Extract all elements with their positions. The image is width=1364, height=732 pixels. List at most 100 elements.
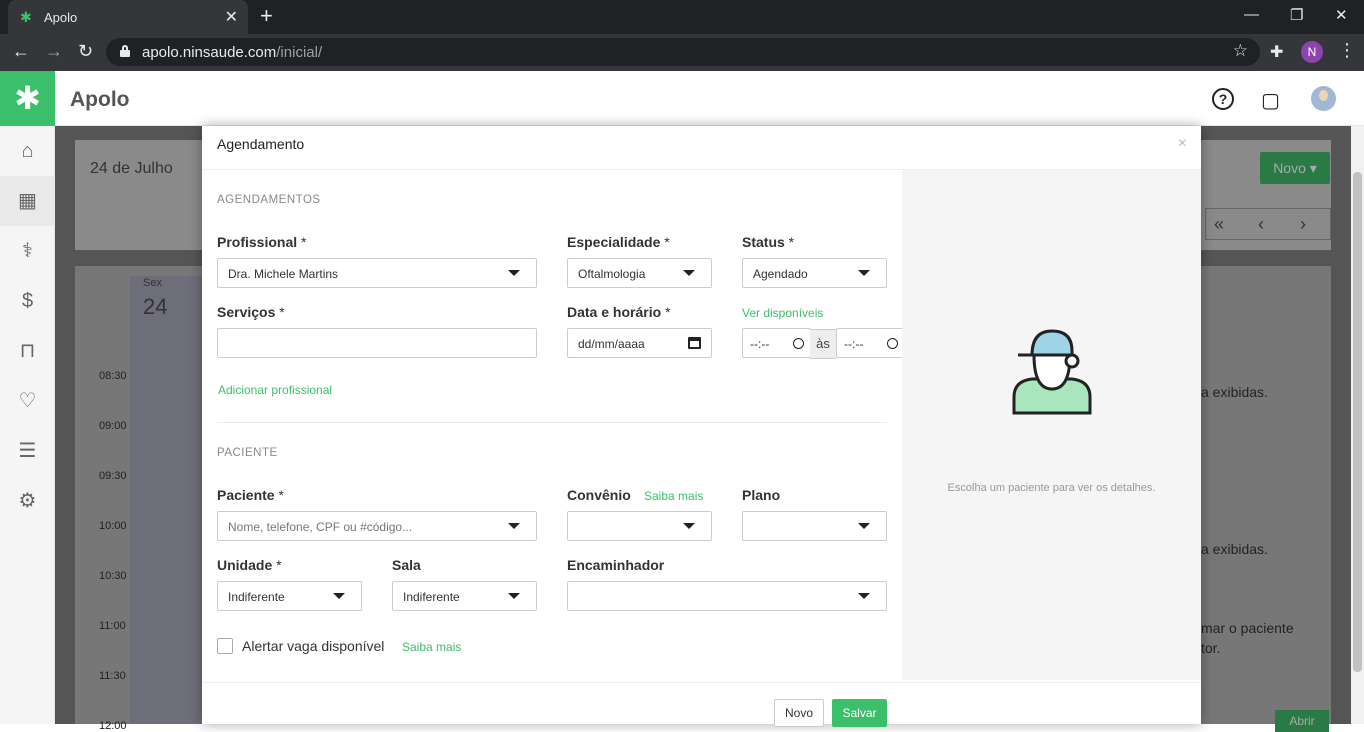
choose-patient-hint: Escolha um paciente para ver os detalhes… <box>947 482 1156 494</box>
calendar-icon[interactable] <box>688 337 701 349</box>
new-appointment-button[interactable]: Novo ▾ <box>1260 152 1330 184</box>
time-slot: 09:30 <box>99 470 127 482</box>
address-bar[interactable]: apolo.ninsaude.com/inicial/ ☆ <box>106 38 1260 66</box>
insurance-learn-more-link[interactable]: Saiba mais <box>644 489 703 503</box>
scrollbar-thumb[interactable] <box>1353 172 1362 672</box>
browser-tab-strip: ✱ Apolo ✕ + — ❐ ✕ <box>0 0 1364 34</box>
patient-details-pane: Escolha um paciente para ver os detalhes… <box>902 170 1201 680</box>
patient-placeholder-icon <box>1012 329 1092 415</box>
status-value: Agendado <box>753 267 808 281</box>
browser-toolbar: ← → ↻ apolo.ninsaude.com/inicial/ ☆ ✚ N … <box>0 34 1364 71</box>
chat-icon[interactable]: ▢ <box>1261 88 1280 113</box>
close-window-icon[interactable]: ✕ <box>1335 6 1348 24</box>
extensions-puzzle-icon[interactable]: ✚ <box>1270 42 1283 62</box>
browser-menu-icon[interactable]: ⋮ <box>1338 40 1356 61</box>
services-input[interactable] <box>217 328 537 358</box>
background-text: tor. <box>1201 640 1221 656</box>
add-professional-link[interactable]: Adicionar profissional <box>218 383 332 397</box>
section-appointments: AGENDAMENTOS <box>217 194 321 206</box>
insurance-label: Convênio <box>567 487 631 503</box>
close-tab-icon[interactable]: ✕ <box>225 7 238 27</box>
specialty-select[interactable]: Oftalmologia <box>567 258 712 288</box>
chevron-down-icon <box>508 270 520 276</box>
see-available-link[interactable]: Ver disponíveis <box>742 306 823 320</box>
time-slot: 08:30 <box>99 370 127 382</box>
open-button[interactable]: Abrir <box>1275 710 1329 732</box>
report-icon[interactable]: ☰ <box>0 426 55 476</box>
bookmark-star-icon[interactable]: ☆ <box>1233 41 1248 61</box>
insurance-select[interactable] <box>567 511 712 541</box>
referrer-label: Encaminhador <box>567 557 665 573</box>
calendar-icon[interactable]: ▦ <box>0 176 55 226</box>
close-icon[interactable]: × <box>1178 135 1187 153</box>
time-end-input[interactable]: --:-- <box>836 328 905 358</box>
time-start-input[interactable]: --:-- <box>742 328 811 358</box>
browser-tab[interactable]: ✱ Apolo ✕ <box>8 0 248 34</box>
alert-learn-more-link[interactable]: Saiba mais <box>402 640 461 654</box>
date-input[interactable]: dd/mm/aaaa <box>567 328 712 358</box>
patient-placeholder: Nome, telefone, CPF ou #código... <box>228 520 413 534</box>
browser-tab-title: Apolo <box>44 10 78 25</box>
page-scrollbar[interactable] <box>1351 126 1364 724</box>
bag-icon[interactable]: ⊓ <box>0 326 55 376</box>
calendar-date: 24 de Julho <box>90 160 173 177</box>
sidebar: ⌂ ▦ ⚕ $ ⊓ ♡ ☰ ⚙ <box>0 126 55 724</box>
chevron-down-icon <box>858 270 870 276</box>
referrer-select[interactable] <box>567 581 887 611</box>
forward-icon[interactable]: → <box>45 42 63 60</box>
app-name: Apolo <box>70 88 130 111</box>
app-header: ✱ Apolo ? ▢ <box>0 71 1364 126</box>
room-value: Indiferente <box>403 590 460 604</box>
chevron-down-icon <box>858 593 870 599</box>
stethoscope-icon[interactable]: ⚕ <box>0 226 55 276</box>
professional-select[interactable]: Dra. Michele Martins <box>217 258 537 288</box>
clock-icon[interactable] <box>793 338 804 349</box>
lock-icon <box>120 45 130 57</box>
alert-vacancy-label[interactable]: Alertar vaga disponível <box>242 638 384 654</box>
chevron-down-icon <box>858 523 870 529</box>
minimize-window-icon[interactable]: — <box>1244 6 1259 23</box>
room-label: Sala <box>392 557 421 573</box>
patient-label: Paciente * <box>217 487 284 503</box>
professional-label: Profissional * <box>217 234 307 250</box>
money-icon[interactable]: $ <box>0 276 55 326</box>
day-number: 24 <box>143 294 168 319</box>
gear-icon[interactable]: ⚙ <box>0 476 55 526</box>
day-name: Sex <box>143 277 162 289</box>
user-avatar[interactable] <box>1311 86 1336 111</box>
status-label: Status * <box>742 234 795 250</box>
save-button[interactable]: Salvar <box>832 699 887 727</box>
help-icon[interactable]: ? <box>1212 88 1234 110</box>
patient-select[interactable]: Nome, telefone, CPF ou #código... <box>217 511 537 541</box>
time-slot: 11:00 <box>99 620 126 632</box>
back-icon[interactable]: ← <box>12 42 30 60</box>
restore-window-icon[interactable]: ❐ <box>1290 6 1303 24</box>
specialty-value: Oftalmologia <box>578 267 646 281</box>
time-slot: 11:30 <box>99 670 126 682</box>
status-select[interactable]: Agendado <box>742 258 887 288</box>
home-icon[interactable]: ⌂ <box>0 126 55 176</box>
plan-label: Plano <box>742 487 781 503</box>
time-slot: 09:00 <box>99 420 127 432</box>
reload-icon[interactable]: ↻ <box>78 42 93 60</box>
apolo-logo-icon[interactable]: ✱ <box>0 71 55 126</box>
calendar-day-column <box>130 276 202 724</box>
modal-title: Agendamento <box>217 136 305 152</box>
heartbeat-icon[interactable]: ♡ <box>0 376 55 426</box>
alert-vacancy-checkbox[interactable] <box>217 638 233 654</box>
background-text: a exibidas. <box>1201 384 1268 400</box>
room-select[interactable]: Indiferente <box>392 581 537 611</box>
new-button[interactable]: Novo <box>774 699 824 727</box>
time-slot: 12:00 <box>99 720 127 732</box>
browser-profile-avatar[interactable]: N <box>1301 41 1323 63</box>
unit-select[interactable]: Indiferente <box>217 581 362 611</box>
apolo-favicon-icon: ✱ <box>20 9 32 25</box>
time-slot: 10:30 <box>99 570 127 582</box>
clock-icon[interactable] <box>887 338 898 349</box>
new-tab-button[interactable]: + <box>260 5 273 27</box>
plan-select[interactable] <box>742 511 887 541</box>
datetime-label: Data e horário * <box>567 304 671 320</box>
chevron-down-icon <box>508 523 520 529</box>
unit-value: Indiferente <box>228 590 285 604</box>
calendar-nav-group[interactable]: «‹ › <box>1205 208 1331 240</box>
